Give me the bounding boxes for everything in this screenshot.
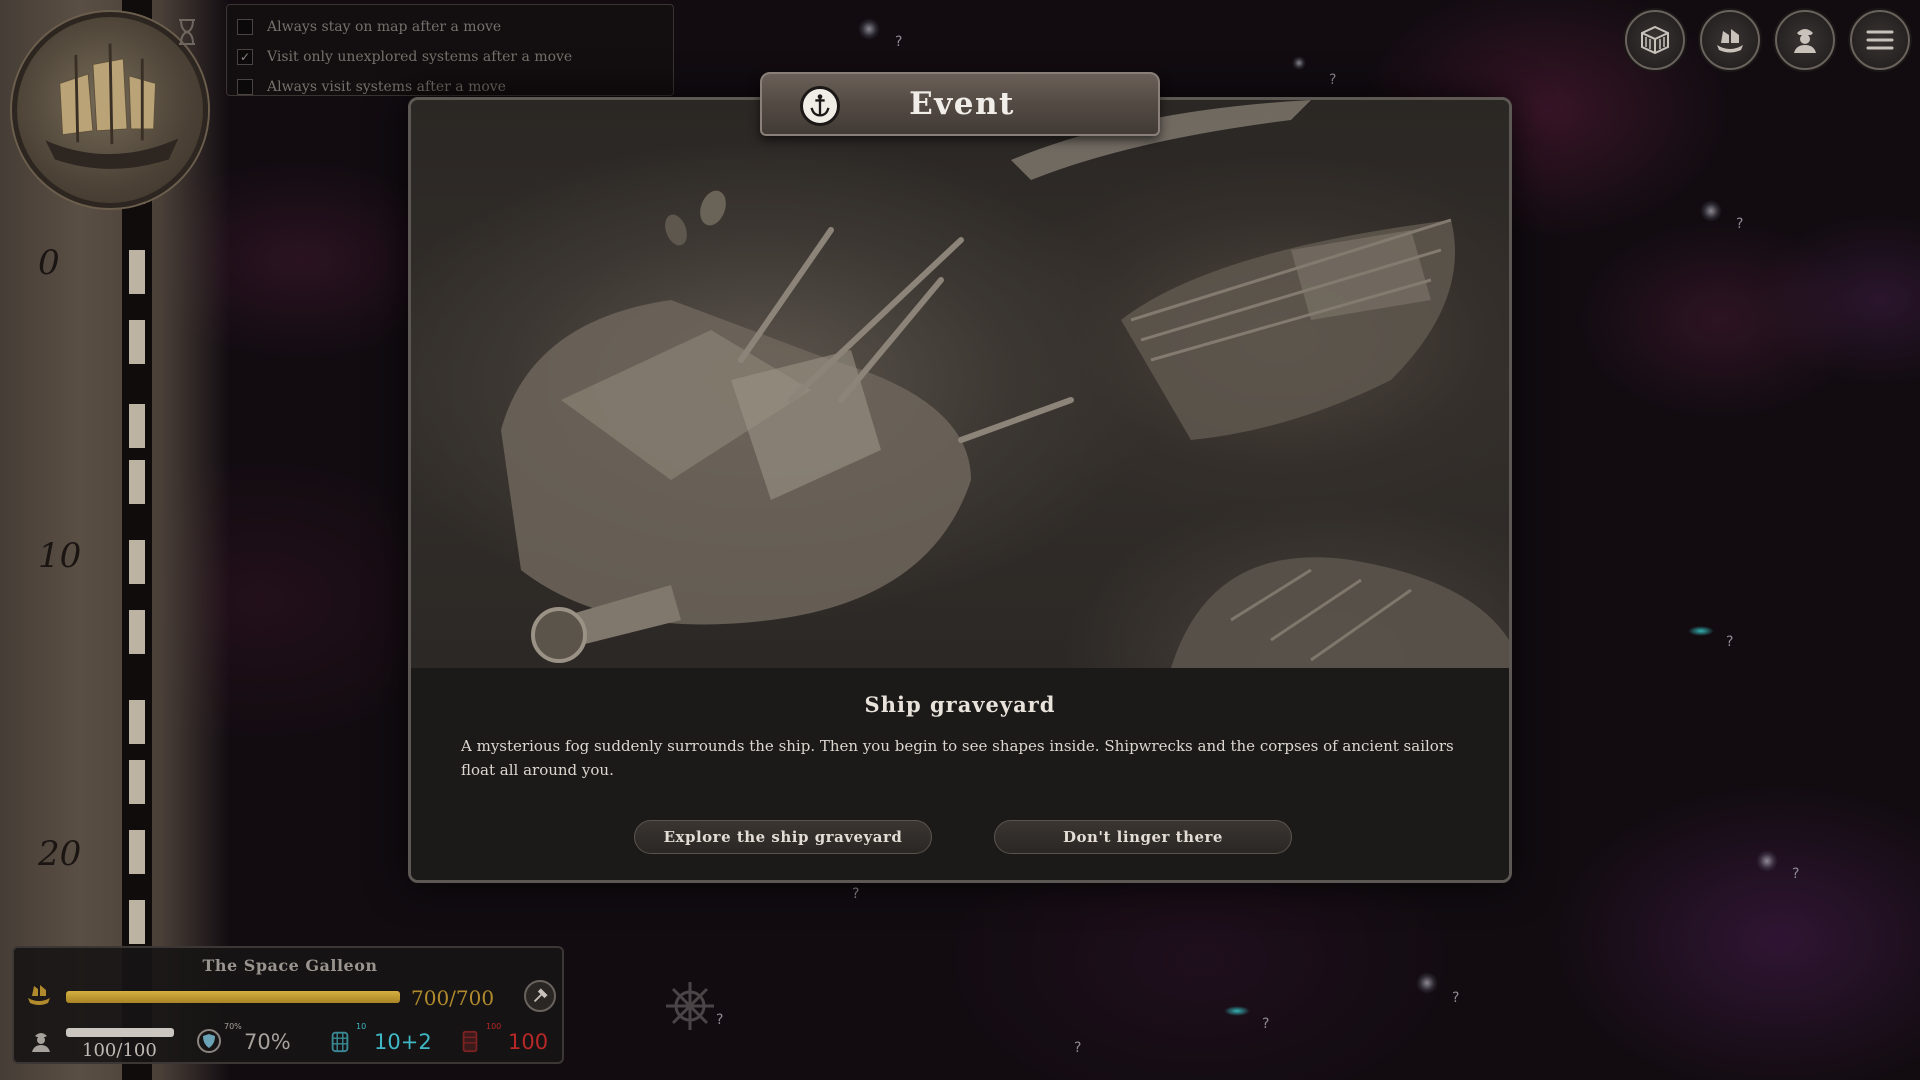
star-system[interactable]: [1292, 56, 1306, 70]
crew-icon: [32, 1033, 50, 1052]
ruler-tick: [129, 900, 145, 944]
shipwreck-illustration: [501, 100, 1509, 668]
choice-leave-button[interactable]: Don't linger there: [994, 820, 1292, 854]
unknown-system-marker[interactable]: ?: [716, 1012, 723, 1028]
ammo-small-value: 100: [486, 1022, 502, 1031]
ammo-value: 100: [508, 1030, 549, 1054]
ruler-tick: [129, 700, 145, 744]
event-illustration: [411, 100, 1509, 668]
hull-bar-fill: [66, 991, 400, 1003]
ruler-tick: [129, 404, 145, 448]
shield-small-value: 70%: [224, 1022, 242, 1031]
unknown-system-marker[interactable]: ?: [1329, 72, 1336, 88]
option-visit-unexplored[interactable]: ✓ Visit only unexplored systems after a …: [237, 44, 572, 70]
hull-icon: [28, 985, 50, 1005]
unknown-system-marker[interactable]: ?: [1792, 866, 1799, 882]
ruler-tick: [129, 250, 145, 294]
ruler-tick: [129, 830, 145, 874]
event-description: A mysterious fog suddenly surrounds the …: [461, 737, 1454, 779]
supplies-value: 10+2: [374, 1030, 432, 1054]
nebula-glow: [1688, 626, 1714, 636]
nebula-glow: [1224, 1006, 1250, 1016]
ruler-tick: [129, 460, 145, 504]
option-stay-on-map[interactable]: Always stay on map after a move: [237, 14, 501, 40]
hourglass-icon[interactable]: [176, 18, 198, 46]
option-label: Visit only unexplored systems after a mo…: [267, 49, 573, 65]
menu-icon: [1866, 30, 1894, 50]
cargo-icon: [1641, 25, 1669, 55]
ruler-tick: [129, 540, 145, 584]
ammo-icon: [462, 1030, 478, 1053]
supplies-icon: [331, 1031, 349, 1053]
option-label: Always visit systems after a move: [267, 79, 506, 95]
crew-bar-fill: [66, 1028, 174, 1037]
crew-bar: [66, 1028, 174, 1037]
crew-button[interactable]: [1775, 10, 1835, 70]
ruler-tick: [129, 760, 145, 804]
unknown-system-marker[interactable]: ?: [895, 34, 902, 50]
star-system[interactable]: [1700, 200, 1722, 222]
star-system[interactable]: [1756, 850, 1778, 872]
checkbox[interactable]: [237, 19, 253, 35]
cargo-button[interactable]: [1625, 10, 1685, 70]
unknown-system-marker[interactable]: ?: [1074, 1040, 1081, 1056]
unknown-system-marker[interactable]: ?: [852, 886, 859, 902]
shield-value: 70%: [244, 1030, 291, 1054]
ruler-label: 20: [38, 834, 82, 874]
hull-value: 700/700: [411, 986, 495, 1010]
unknown-system-marker[interactable]: ?: [1452, 990, 1459, 1006]
ruler-label: 10: [38, 536, 82, 576]
ruler-tick: [129, 320, 145, 364]
main-menu-button[interactable]: [1850, 10, 1910, 70]
shield-icon: [197, 1029, 221, 1053]
option-label: Always stay on map after a move: [267, 19, 502, 35]
move-options-panel: Always stay on map after a move ✓ Visit …: [226, 4, 674, 96]
ruler-tick: [129, 610, 145, 654]
ship-status-panel: The Space Galleon 700/700 100/100 70% 70…: [12, 946, 564, 1064]
ship-button[interactable]: [1700, 10, 1760, 70]
hull-bar: [66, 991, 400, 1003]
event-header: Event: [760, 72, 1160, 136]
unknown-system-marker[interactable]: ?: [1736, 216, 1743, 232]
event-header-title: Event: [909, 86, 1015, 122]
ruler-label: 0: [38, 243, 60, 283]
checkbox-checked[interactable]: ✓: [237, 49, 253, 65]
ship-wheel-icon: [666, 982, 714, 1030]
repair-button[interactable]: [524, 980, 556, 1012]
hammer-icon: [533, 988, 548, 1003]
checkbox[interactable]: [237, 79, 253, 95]
unknown-system-marker[interactable]: ?: [1726, 634, 1733, 650]
crew-icon: [1794, 29, 1816, 53]
event-title: Ship graveyard: [864, 692, 1056, 717]
supplies-small-value: 10: [356, 1022, 367, 1031]
event-dialog: Ship graveyard A mysterious fog suddenly…: [408, 97, 1512, 883]
ship-icon: [1717, 29, 1743, 53]
crew-value: 100/100: [82, 1040, 157, 1061]
choice-explore-button[interactable]: Explore the ship graveyard: [634, 820, 932, 854]
star-system[interactable]: [1416, 972, 1438, 994]
unknown-system-marker[interactable]: ?: [1262, 1016, 1269, 1032]
event-body: Ship graveyard A mysterious fog suddenly…: [411, 668, 1509, 880]
star-system[interactable]: [858, 18, 880, 40]
ship-name: The Space Galleon: [202, 956, 378, 975]
